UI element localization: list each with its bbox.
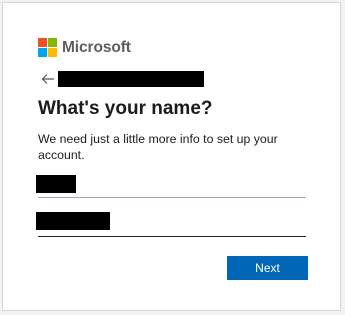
redacted-last-name [36, 212, 110, 230]
microsoft-logo-icon [38, 38, 57, 57]
back-arrow-icon[interactable] [41, 73, 55, 85]
next-button[interactable]: Next [227, 256, 308, 280]
back-row [41, 71, 204, 87]
brand-row: Microsoft [38, 38, 131, 57]
first-name-field[interactable] [36, 175, 306, 198]
logo-square-yellow [48, 48, 57, 57]
signup-card: Microsoft What's your name? We need just… [2, 2, 341, 311]
redacted-email [58, 71, 204, 87]
page-description: We need just a little more info to set u… [38, 132, 278, 162]
last-name-field[interactable] [36, 212, 306, 237]
redacted-first-name [36, 175, 76, 193]
logo-square-blue [38, 48, 47, 57]
logo-square-green [48, 38, 57, 47]
logo-square-red [38, 38, 47, 47]
brand-name: Microsoft [62, 38, 131, 56]
page-title: What's your name? [38, 98, 213, 119]
